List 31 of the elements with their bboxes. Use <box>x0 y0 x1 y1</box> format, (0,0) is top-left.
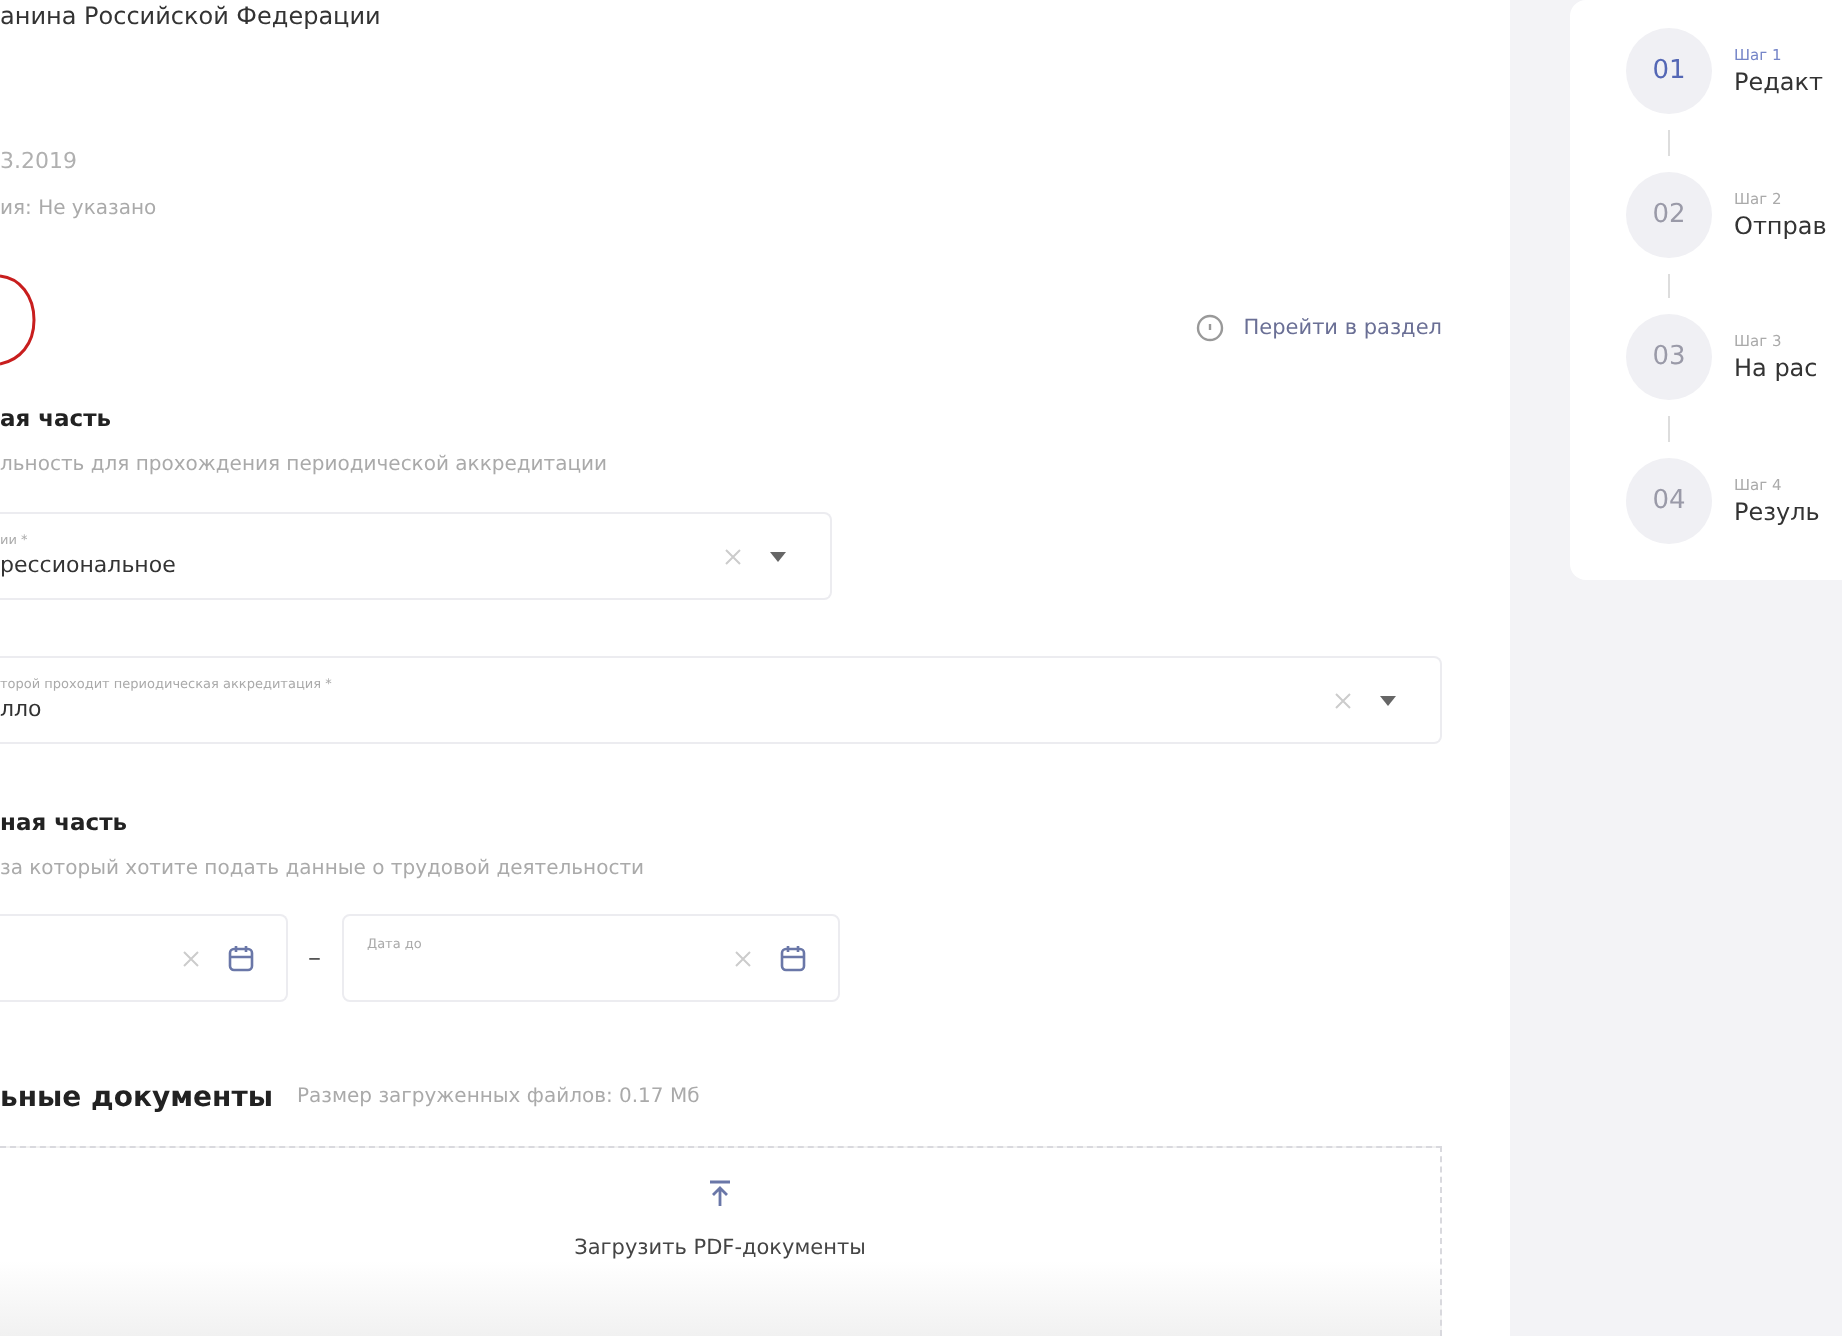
page-title: анина Российской Федерации <box>0 0 383 32</box>
date-text: 3.2019 <box>0 148 79 176</box>
upload-dropzone[interactable]: Загрузить PDF-документы <box>0 1146 1442 1336</box>
upload-icon <box>708 1180 732 1208</box>
date-field[interactable] <box>0 914 288 1002</box>
step-title: Редакт <box>1734 68 1824 96</box>
step-number: 04 <box>1626 458 1712 545</box>
section-subtitle: за который хотите подать данные о трудовой деятельности <box>0 856 647 884</box>
step-title: На рас <box>1734 354 1818 383</box>
files-size-text: Размер загруженных файлов: 0.17 Мб <box>297 1084 700 1112</box>
section-subtitle: льность для прохождения периодической аккредитации <box>0 452 610 480</box>
caret-icon[interactable] <box>1380 695 1396 705</box>
step-number: 03 <box>1626 314 1712 401</box>
help-icon <box>1195 314 1224 342</box>
range-dash: – <box>308 943 321 973</box>
section-heading: ая часть <box>0 404 114 432</box>
step-number: 01 <box>1626 28 1712 114</box>
step-title: Резуль <box>1734 498 1820 527</box>
calendar-icon[interactable] <box>228 944 254 972</box>
info-text: ия: Не указано <box>0 196 159 224</box>
clear-icon[interactable] <box>182 949 200 967</box>
clear-icon[interactable] <box>724 547 742 565</box>
step-number: 02 <box>1626 171 1712 258</box>
calendar-icon[interactable] <box>779 944 805 972</box>
section-heading: ьные документы <box>0 1082 273 1114</box>
step-title: Отправ <box>1734 211 1827 240</box>
clear-icon[interactable] <box>1334 691 1352 709</box>
clear-icon[interactable] <box>733 949 751 967</box>
section-link[interactable]: Перейти в раздел <box>1195 314 1442 342</box>
section-heading: ная часть <box>0 808 130 836</box>
caret-icon[interactable] <box>770 551 786 561</box>
